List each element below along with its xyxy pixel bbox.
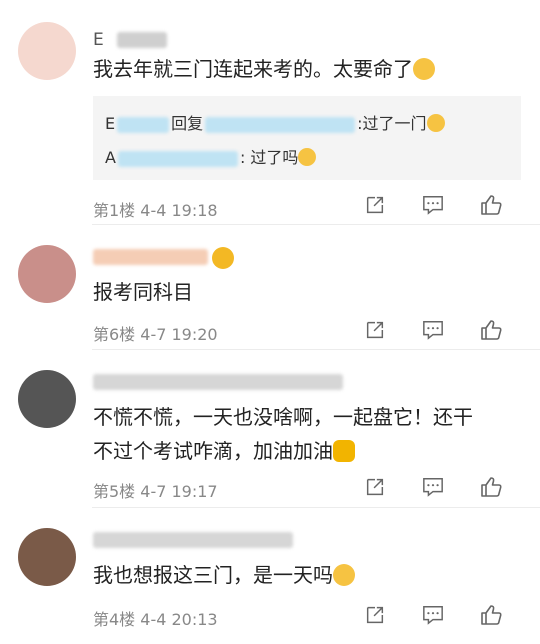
reply-button[interactable] (404, 472, 462, 502)
like-button[interactable] (462, 472, 520, 502)
thumbs-up-icon (481, 320, 502, 340)
share-button[interactable] (346, 600, 404, 630)
laughing-face-icon (298, 148, 317, 166)
reply-author-blurred (117, 116, 170, 133)
comment-text: 我去年就三门连起来考的。太要命了 (93, 52, 523, 86)
share-button[interactable] (346, 315, 404, 345)
like-button[interactable] (462, 315, 520, 345)
comment-text: 不慌不慌，一天也没啥啊，一起盘它！还干 不过个考试咋滴，加油加油 (93, 400, 523, 468)
reply-text: : 过了吗 (239, 148, 299, 167)
share-icon (366, 606, 384, 624)
username-blurred (117, 32, 168, 48)
avatar[interactable] (18, 22, 76, 80)
floor-label: 第5楼 (93, 482, 136, 501)
reply-text: :过了一门 (357, 114, 427, 133)
comment-actions (346, 600, 520, 630)
username-blurred (93, 532, 293, 548)
username[interactable]: E (93, 30, 168, 50)
like-button[interactable] (462, 190, 520, 220)
comment-item: 报考同科目 第6楼 4-7 19:20 (0, 225, 540, 350)
reply-button[interactable] (404, 600, 462, 630)
comment-icon (423, 478, 443, 497)
comment-item: E 我去年就三门连起来考的。太要命了 E 回复 :过了一门 A : 过了吗 第1楼 4… (0, 0, 540, 225)
timestamp: 4-7 19:17 (140, 482, 218, 501)
reply-target-blurred (205, 116, 356, 133)
avatar[interactable] (18, 528, 76, 586)
comment-icon (423, 321, 443, 340)
comment-item: 我也想报这三门，是一天吗 第4楼 4-4 20:13 (0, 508, 540, 644)
comment-body: 报考同科目 (93, 280, 193, 304)
comment-actions (346, 190, 520, 220)
reply-author: E (105, 114, 116, 133)
comment-body-line: 不过个考试咋滴，加油加油 (93, 439, 333, 463)
timestamp: 4-4 19:18 (140, 201, 218, 220)
thumbs-up-icon (481, 477, 502, 497)
share-icon (366, 196, 384, 214)
timestamp: 4-7 19:20 (140, 325, 218, 344)
timestamp: 4-4 20:13 (140, 610, 218, 629)
floor-label: 第6楼 (93, 325, 136, 344)
reply-author-blurred (117, 150, 238, 167)
crying-face-icon (426, 114, 445, 132)
share-icon (366, 321, 384, 339)
comment-body: 我也想报这三门，是一天吗 (93, 563, 333, 587)
share-button[interactable] (346, 472, 404, 502)
comment-icon (423, 196, 443, 215)
username-blurred (93, 374, 343, 390)
floor-label: 第1楼 (93, 201, 136, 220)
comment-meta: 第5楼 4-7 19:17 (93, 478, 218, 502)
reply-author: A (105, 148, 116, 167)
comment-meta: 第6楼 4-7 19:20 (93, 321, 218, 345)
floor-label: 第4楼 (93, 610, 136, 629)
like-button[interactable] (462, 600, 520, 630)
comment-body: 我去年就三门连起来考的。太要命了 (93, 57, 413, 81)
username[interactable] (93, 530, 293, 550)
avatar[interactable] (18, 370, 76, 428)
reply-button[interactable] (404, 315, 462, 345)
comment-text: 报考同科目 (93, 275, 523, 309)
comment-body-line: 不慌不慌，一天也没啥啊，一起盘它！还干 (93, 405, 473, 429)
reply-line[interactable]: E 回复 :过了一门 (105, 110, 445, 134)
username-initial[interactable]: E (93, 30, 104, 50)
username[interactable] (93, 247, 208, 267)
username-blurred (93, 249, 208, 265)
reply-line[interactable]: A : 过了吗 (105, 144, 317, 168)
reply-button[interactable] (404, 190, 462, 220)
username[interactable] (93, 372, 343, 392)
reply-box[interactable]: E 回复 :过了一门 A : 过了吗 (93, 96, 521, 180)
share-icon (366, 478, 384, 496)
avatar[interactable] (18, 245, 76, 303)
comment-meta: 第1楼 4-4 19:18 (93, 197, 218, 221)
comment-text: 我也想报这三门，是一天吗 (93, 558, 523, 592)
crying-face-icon (413, 58, 435, 80)
comment-actions (346, 315, 520, 345)
comment-icon (423, 606, 443, 625)
thumbs-up-icon (481, 605, 502, 625)
thumbs-up-icon (481, 195, 502, 215)
vip-crown-icon (212, 247, 234, 269)
flexed-biceps-icon (333, 440, 355, 462)
comment-meta: 第4楼 4-4 20:13 (93, 606, 218, 630)
comment-actions (346, 472, 520, 502)
comment-item: 不慌不慌，一天也没啥啊，一起盘它！还干 不过个考试咋滴，加油加油 第5楼 4-7… (0, 350, 540, 508)
worried-face-icon (333, 564, 355, 586)
reply-verb: 回复 (171, 114, 204, 133)
share-button[interactable] (346, 190, 404, 220)
